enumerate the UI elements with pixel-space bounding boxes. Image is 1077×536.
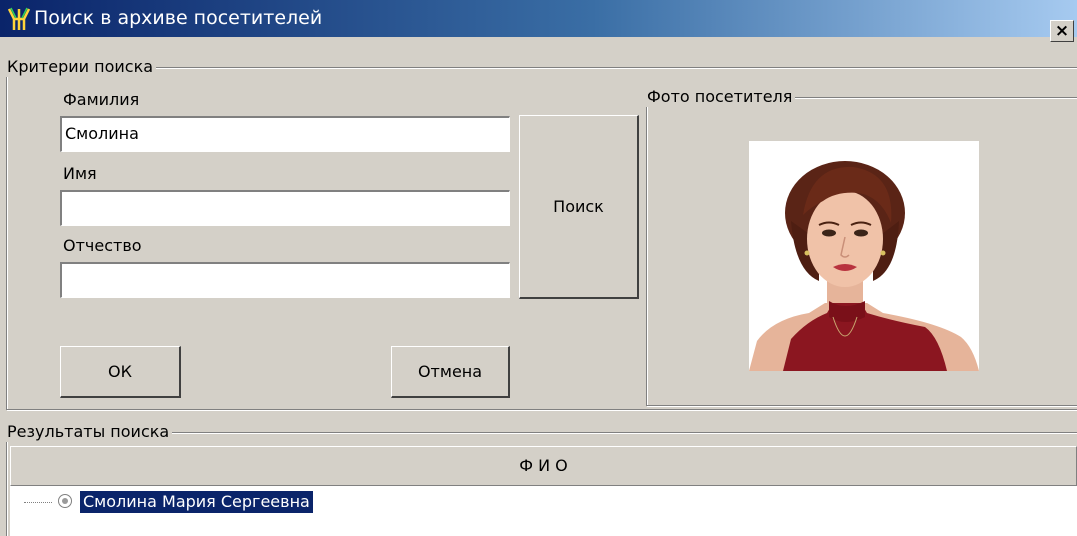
visitor-photo-legend: Фото посетителя — [646, 87, 796, 107]
close-icon: × — [1054, 21, 1070, 41]
window-title: Поиск в архиве посетителей — [34, 7, 323, 29]
title-bar[interactable]: Поиск в архиве посетителей — [0, 0, 1077, 37]
close-button[interactable]: × — [1050, 20, 1074, 42]
results-tree[interactable]: Ф И О Смолина Мария Сергеевна — [10, 446, 1077, 536]
search-criteria-legend: Критерии поиска — [6, 57, 157, 77]
result-row[interactable]: Смолина Мария Сергеевна — [10, 490, 610, 514]
result-name[interactable]: Смолина Мария Сергеевна — [80, 491, 313, 513]
visitor-portrait-image — [749, 141, 979, 371]
visitor-app-icon — [7, 7, 31, 30]
patronymic-label: Отчество — [63, 236, 142, 255]
visitor-archive-search-dialog: Поиск в архиве посетителей × Критерии по… — [0, 0, 1077, 536]
cancel-button[interactable]: Отмена — [391, 346, 510, 398]
radio-icon[interactable] — [58, 494, 72, 508]
first-name-field[interactable] — [60, 190, 510, 226]
first-name-label: Имя — [63, 164, 97, 183]
fio-column-header[interactable]: Ф И О — [10, 446, 1077, 486]
search-button[interactable]: Поиск — [519, 115, 639, 299]
tree-connector — [24, 502, 52, 503]
last-name-label: Фамилия — [63, 90, 140, 109]
last-name-field[interactable]: Смолина — [60, 116, 510, 152]
patronymic-field[interactable] — [60, 262, 510, 298]
ok-button[interactable]: ОК — [60, 346, 181, 398]
visitor-photo — [749, 141, 979, 371]
search-results-legend: Результаты поиска — [6, 422, 173, 442]
